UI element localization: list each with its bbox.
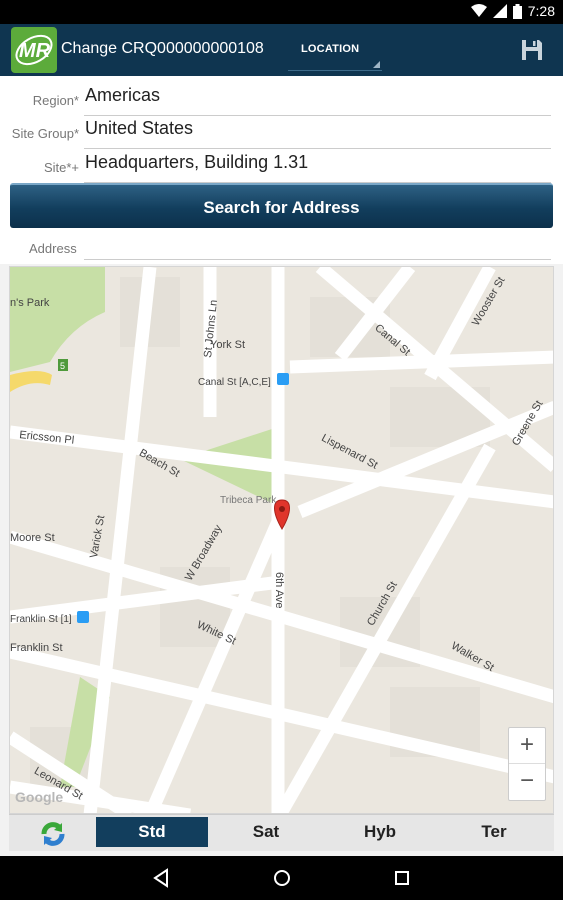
address-row: Address: [0, 236, 563, 264]
zoom-out-button[interactable]: −: [509, 764, 545, 799]
site-group-row: Site Group* United States: [0, 117, 563, 149]
tab-sat[interactable]: Sat: [210, 817, 322, 847]
tab-std[interactable]: Std: [96, 817, 208, 847]
location-dropdown-label: LOCATION: [301, 43, 360, 55]
subway-icon: [277, 373, 289, 385]
tab-ter[interactable]: Ter: [438, 817, 550, 847]
site-row: Site*+ Headquarters, Building 1.31: [0, 151, 563, 183]
status-time: 7:28: [527, 3, 555, 19]
app-bar: MR Change CRQ000000000108 LOCATION: [0, 24, 563, 76]
wifi-icon: [470, 4, 487, 17]
map-label-tribeca: Tribeca Park: [220, 495, 277, 506]
map-view[interactable]: 5 n's Park York St St Johns Ln Canal St …: [9, 266, 554, 814]
address-label: Address: [29, 241, 77, 256]
location-form: Region* Americas Site Group* United Stat…: [0, 76, 563, 262]
navigation-bar: [0, 856, 563, 900]
site-group-label: Site Group*: [11, 126, 79, 141]
region-label: Region*: [32, 93, 79, 108]
status-bar: 7:28: [0, 0, 563, 24]
map-label-franklin: Franklin St: [10, 642, 63, 654]
refresh-icon[interactable]: [38, 819, 68, 849]
map-label-moore: Moore St: [10, 532, 55, 544]
site-group-underline: [84, 148, 551, 149]
dropdown-triangle-icon: [373, 61, 380, 68]
region-field[interactable]: Americas: [85, 85, 160, 106]
map-label-park: n's Park: [10, 297, 50, 309]
signal-icon: [492, 4, 507, 18]
logo-letters: MR: [19, 40, 51, 62]
map-type-bar: Std Sat Hyb Ter: [9, 814, 554, 851]
subway-icon: [77, 611, 89, 623]
search-address-button[interactable]: Search for Address: [10, 183, 553, 228]
region-row: Region* Americas: [0, 84, 563, 116]
recents-icon[interactable]: [392, 868, 412, 888]
battery-icon: [512, 3, 522, 19]
address-field[interactable]: [84, 259, 551, 260]
zoom-controls: + −: [508, 727, 546, 801]
region-underline: [84, 115, 551, 116]
home-icon[interactable]: [272, 868, 292, 888]
save-icon[interactable]: [518, 36, 546, 64]
map-label-sixth: 6th Ave: [273, 572, 285, 609]
tab-hyb[interactable]: Hyb: [324, 817, 436, 847]
svg-text:5: 5: [60, 361, 65, 371]
back-icon[interactable]: [151, 868, 171, 888]
app-logo-icon[interactable]: MR: [11, 27, 57, 73]
site-field[interactable]: Headquarters, Building 1.31: [85, 152, 308, 173]
map-label-canal-ace: Canal St [A,C,E]: [198, 377, 271, 388]
map-label-franklin1: Franklin St [1]: [10, 614, 72, 625]
site-label: Site*+: [43, 160, 79, 175]
zoom-in-button[interactable]: +: [509, 728, 545, 763]
location-dropdown[interactable]: LOCATION: [288, 34, 382, 71]
app-title: Change CRQ000000000108: [61, 40, 264, 57]
google-logo: Google: [15, 789, 64, 805]
site-group-field[interactable]: United States: [85, 118, 193, 139]
